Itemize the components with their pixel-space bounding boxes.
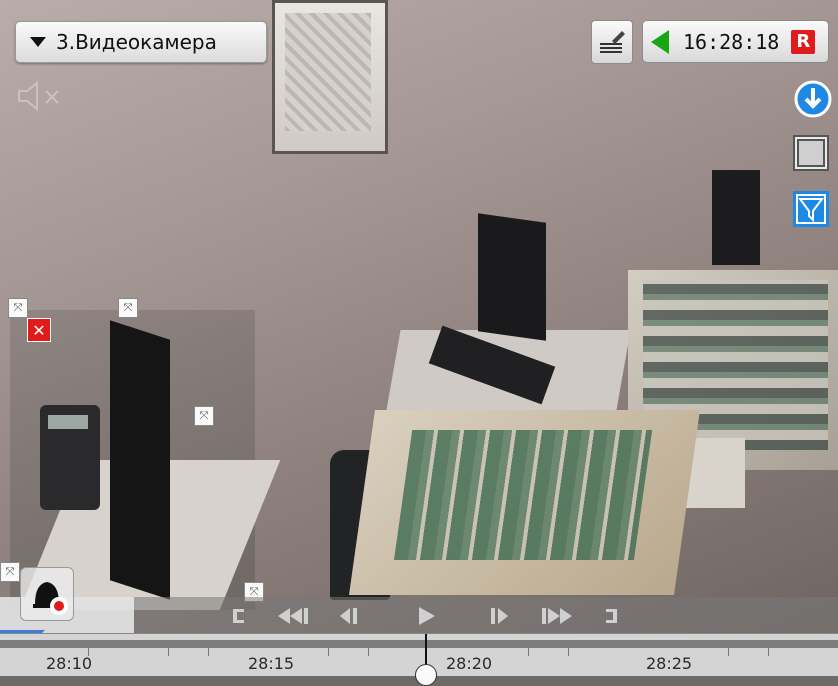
- fast-rewind-icon: [278, 608, 308, 624]
- timeline-tick-label: 28:10: [46, 654, 93, 673]
- fast-rewind-button[interactable]: [276, 606, 312, 626]
- alarm-button[interactable]: [20, 567, 74, 621]
- circuit-board: [348, 410, 700, 595]
- zone-handle-icon[interactable]: ⤧: [118, 298, 138, 318]
- play-button[interactable]: [416, 606, 438, 626]
- mask-button[interactable]: [791, 189, 831, 229]
- triangle-down-icon: [30, 37, 46, 47]
- go-to-end-button[interactable]: [598, 606, 620, 626]
- mask-icon: [793, 191, 829, 227]
- timeline-cursor-handle[interactable]: [415, 664, 437, 686]
- zone-handle-icon[interactable]: ⤧: [194, 406, 214, 426]
- step-back-button[interactable]: [338, 606, 362, 626]
- notes-button[interactable]: [591, 20, 633, 64]
- monitor: [478, 213, 546, 341]
- camera-name: 3.Видеокамера: [56, 30, 217, 54]
- download-icon: [794, 80, 832, 118]
- skip-end-icon: [606, 609, 617, 623]
- current-time: 16:28:18: [683, 29, 780, 54]
- fast-forward-icon: [542, 608, 572, 624]
- timeline[interactable]: 28:10 28:15 28:20 28:25: [0, 633, 838, 686]
- play-icon: [419, 607, 435, 625]
- frame-icon: [793, 135, 829, 171]
- green-flag-icon: [651, 29, 669, 54]
- timeline-bar: [0, 640, 838, 648]
- zone-close-icon[interactable]: ✕: [27, 318, 51, 342]
- wall-poster: [272, 0, 388, 154]
- detection-zone-view: [10, 310, 281, 610]
- note-edit-icon: [600, 31, 625, 53]
- camera-selector-button[interactable]: 3.Видеокамера: [15, 21, 267, 63]
- frame-button[interactable]: [791, 133, 831, 173]
- step-back-icon: [340, 608, 357, 624]
- zone-handle-icon[interactable]: ⤧: [0, 562, 20, 582]
- fast-forward-button[interactable]: [540, 606, 576, 626]
- go-to-start-button[interactable]: [230, 606, 252, 626]
- export-button[interactable]: [793, 79, 833, 119]
- zone-handle-icon[interactable]: ⤧: [8, 298, 28, 318]
- recording-badge: R: [791, 29, 816, 54]
- timeline-tick-label: 28:25: [646, 654, 693, 673]
- speaker-muted-icon[interactable]: [16, 80, 72, 112]
- monitor: [712, 170, 760, 265]
- step-forward-button[interactable]: [488, 606, 512, 626]
- step-forward-icon: [491, 608, 508, 624]
- archive-time-panel[interactable]: 16:28:18 R: [642, 20, 829, 63]
- skip-start-icon: [233, 609, 244, 623]
- video-frame[interactable]: [0, 0, 838, 675]
- timeline-tick-label: 28:15: [248, 654, 295, 673]
- timeline-tick-label: 28:20: [446, 654, 493, 673]
- alarm-bell-icon: [33, 582, 68, 615]
